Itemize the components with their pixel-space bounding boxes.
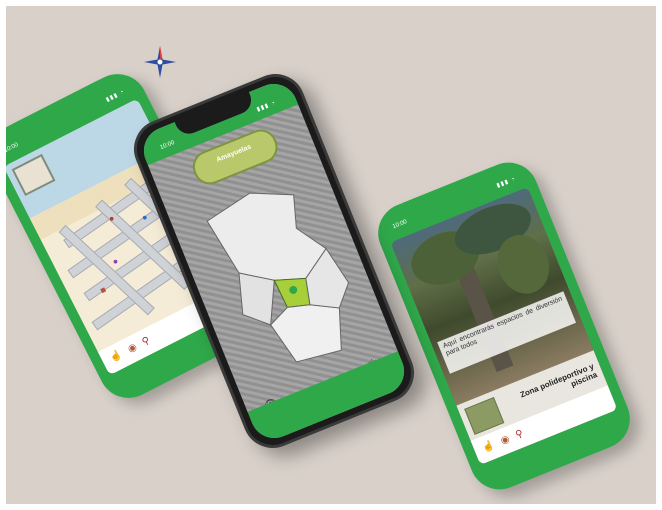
place-caption: Aquí encontrarás espacios de diversión p… [442, 295, 564, 358]
hand-icon[interactable]: ☝ [481, 440, 497, 455]
hand-icon[interactable]: ☝ [108, 349, 124, 364]
status-icons: ▮▮▮ ◔ [256, 99, 277, 114]
product-mockup-scene: 10:00 ▮▮▮ ◔ ● ● ● ■ ■ ☝ ◉ ⚲ [6, 6, 656, 504]
map-marker[interactable]: ● [111, 256, 120, 267]
compass-rose-icon [144, 46, 176, 78]
circle-icon[interactable]: ◉ [126, 342, 139, 356]
right-phone-place: 10:00 ▮▮▮ ◔ Aquí encontrarás espacios de… [369, 153, 639, 499]
pin-icon[interactable]: ⚲ [514, 428, 525, 441]
pin-icon[interactable]: ⚲ [140, 335, 152, 348]
status-time: 10:00 [159, 139, 176, 152]
circle-icon[interactable]: ◉ [499, 434, 511, 447]
place-screen: Aquí encontrarás espacios de diversión p… [390, 187, 618, 465]
